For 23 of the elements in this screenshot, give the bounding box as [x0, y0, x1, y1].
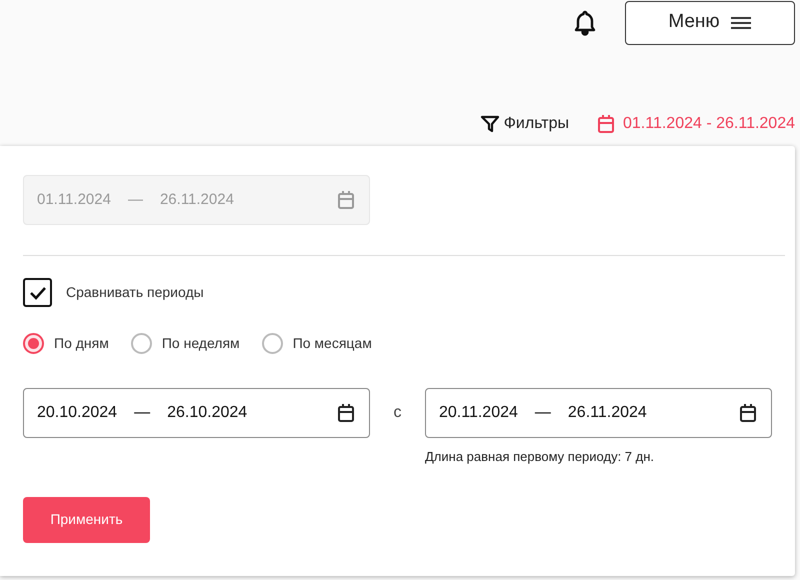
checkbox[interactable]	[23, 278, 52, 307]
radio-button[interactable]	[23, 333, 44, 354]
checkbox-label: Сравнивать периоды	[66, 283, 204, 302]
calendar-icon[interactable]	[739, 403, 757, 423]
radio-button[interactable]	[262, 333, 283, 354]
apply-button[interactable]: Применить	[23, 496, 150, 542]
date-range-link[interactable]: 01.11.2024 - 26.11.2024	[597, 112, 795, 136]
calendar-icon[interactable]	[337, 403, 355, 423]
menu-button[interactable]: Меню	[625, 0, 795, 44]
hint-text: Длина равная первому периоду: 7 дн.	[425, 448, 656, 466]
filter-icon	[480, 114, 500, 134]
radio-label: По дням	[54, 334, 109, 353]
notification-bell-icon[interactable]	[573, 10, 597, 36]
calendar-icon	[597, 114, 615, 134]
radio-label: По месяцам	[292, 334, 372, 353]
filters-button[interactable]: Фильтры	[480, 112, 569, 136]
date-range-field[interactable]: 20.11.2024 — 26.11.2024	[425, 388, 772, 438]
menu-icon	[730, 14, 752, 30]
checkmark-icon	[28, 286, 46, 300]
date-range-field[interactable]: 20.10.2024 — 26.10.2024	[23, 388, 370, 438]
connector-label: с	[392, 403, 402, 423]
radio-label: По неделям	[162, 334, 240, 353]
radio-button[interactable]	[130, 333, 152, 354]
